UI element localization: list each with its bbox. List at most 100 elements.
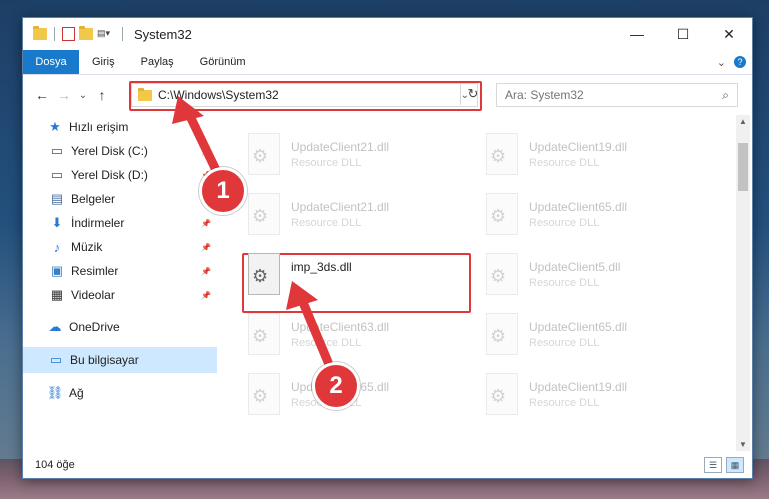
customize-toolbar-icon[interactable]: ▤▾ xyxy=(97,28,115,40)
file-type: Resource DLL xyxy=(529,337,600,349)
ribbon-tabs: Dosya Giriş Paylaş Görünüm ⌄ ? xyxy=(23,50,752,75)
file-item[interactable]: UpdateClient19.dll Resource DLL xyxy=(483,373,703,425)
pin-icon[interactable]: 📌 xyxy=(201,243,211,252)
star-icon: ★ xyxy=(49,119,61,134)
pin-icon[interactable]: 📌 xyxy=(201,219,211,228)
explorer-window: ▤▾ System32 — ☐ ✕ Dosya Giriş Paylaş Gör… xyxy=(22,17,753,479)
back-button[interactable]: ← xyxy=(31,87,53,103)
large-icons-view-icon[interactable]: ▦ xyxy=(726,457,744,473)
status-bar: 104 öğe ☰ ▦ xyxy=(23,452,752,478)
sidebar-item[interactable]: ▭ Yerel Disk (C:) 📌 xyxy=(23,139,217,163)
file-type: Resource DLL xyxy=(529,217,600,229)
file-list: UpdateClient21.dllResource DLLUpdateClie… xyxy=(223,115,733,451)
sidebar-item-label: Yerel Disk (D:) xyxy=(71,168,148,182)
divider xyxy=(54,27,55,41)
file-name: UpdateClient21.dll xyxy=(291,140,390,154)
file-name: UpdateClient5.dll xyxy=(529,260,621,274)
dll-file-icon xyxy=(483,313,519,357)
file-item[interactable]: UpdateClient65.dll Resource DLL xyxy=(483,313,703,365)
file-type: Resource DLL xyxy=(529,277,600,289)
divider xyxy=(122,27,123,41)
item-count: 104 öğe xyxy=(35,459,75,471)
file-name: imp_3ds.dll xyxy=(291,260,352,274)
scroll-thumb[interactable] xyxy=(738,143,748,191)
sidebar-item-label: Resimler xyxy=(71,264,119,278)
help-icon[interactable]: ? xyxy=(734,56,746,68)
search-box[interactable]: ⌕ xyxy=(496,83,738,107)
sidebar-item-label: Müzik xyxy=(71,240,103,254)
navigation-pane: ★ Hızlı erişim ▭ Yerel Disk (C:) 📌 ▭ Yerel Dis… xyxy=(23,115,217,451)
details-view-icon[interactable]: ☰ xyxy=(704,457,722,473)
dll-file-icon xyxy=(483,373,519,417)
sidebar-item-label: Videolar xyxy=(71,288,115,302)
scroll-up-icon[interactable]: ▲ xyxy=(736,117,750,126)
ribbon-help-area: ⌄ ? xyxy=(717,50,752,74)
scroll-down-icon[interactable]: ▼ xyxy=(736,440,750,449)
sidebar-item[interactable]: ♪ Müzik 📌 xyxy=(23,235,217,259)
quick-access-toolbar: ▤▾ xyxy=(23,26,126,41)
documents-icon: ▤ xyxy=(50,191,64,206)
file-item[interactable]: UpdateClient63.dll Resource DLL xyxy=(245,313,465,365)
dll-file-icon xyxy=(483,193,519,237)
computer-icon: ▭ xyxy=(49,352,63,367)
sidebar-item[interactable]: ▤Belgeler📌 xyxy=(23,187,217,211)
sidebar-item[interactable]: ⛓ Ağ xyxy=(23,381,217,405)
sidebar-item-label: Yerel Disk (C:) xyxy=(71,144,148,158)
forward-button[interactable]: → xyxy=(53,87,75,103)
sidebar-item-label: Bu bilgisayar xyxy=(70,353,139,367)
dll-file-icon xyxy=(483,253,519,297)
tab-share[interactable]: Paylaş xyxy=(128,50,187,74)
file-item[interactable]: UpdateClient5.dll Resource DLL xyxy=(483,253,703,305)
sidebar-item[interactable]: ▣ Resimler 📌 xyxy=(23,259,217,283)
file-name: UpdateClient21.dll xyxy=(291,200,390,214)
window-controls: — ☐ ✕ xyxy=(614,18,752,50)
tab-file[interactable]: Dosya xyxy=(23,50,79,74)
up-button[interactable]: ↑ xyxy=(91,87,113,103)
close-button[interactable]: ✕ xyxy=(706,18,752,50)
sidebar-item-label: İndirmeler xyxy=(71,216,125,230)
view-toggle: ☰ ▦ xyxy=(704,457,744,473)
sidebar-item[interactable]: ▦ Videolar 📌 xyxy=(23,283,217,307)
sidebar-item[interactable]: ▭Yerel Disk (D:)📌 xyxy=(23,163,217,187)
file-name: UpdateClient19.dll xyxy=(529,140,628,154)
file-item[interactable]: UpdateClient65.dll Resource DLL xyxy=(483,193,703,245)
properties-icon[interactable] xyxy=(62,27,75,41)
file-type: Resource DLL xyxy=(529,157,600,169)
dll-file-icon xyxy=(245,193,281,237)
folder-icon xyxy=(33,26,47,40)
drive-icon: ▭ xyxy=(50,143,64,158)
tab-view[interactable]: Görünüm xyxy=(187,50,259,74)
vertical-scrollbar[interactable]: ▲ ▼ xyxy=(736,115,750,451)
file-item[interactable]: UpdateClient21.dll Resource DLL xyxy=(245,193,465,245)
new-folder-icon[interactable] xyxy=(79,26,93,40)
sidebar-item-label: OneDrive xyxy=(69,320,120,334)
file-name: UpdateClient63.dll xyxy=(291,320,390,334)
sidebar-item[interactable]: ★ Hızlı erişim xyxy=(23,115,217,139)
pictures-icon: ▣ xyxy=(50,263,64,278)
sidebar-item[interactable]: ⬇ İndirmeler 📌 xyxy=(23,211,217,235)
dll-file-icon xyxy=(245,373,281,417)
file-name: UpdateClient65.dll xyxy=(529,320,628,334)
video-icon: ▦ xyxy=(50,287,64,302)
search-icon[interactable]: ⌕ xyxy=(722,88,729,103)
minimize-button[interactable]: — xyxy=(614,18,660,50)
sidebar-item[interactable]: ☁ OneDrive xyxy=(23,315,217,339)
file-item[interactable]: imp_3ds.dll xyxy=(245,253,465,305)
sidebar-item-label: Belgeler xyxy=(71,192,116,206)
pin-icon[interactable]: 📌 xyxy=(201,291,211,300)
pin-icon[interactable]: 📌 xyxy=(201,147,211,156)
navigation-bar: ← → ⌄ ↑ C:\Windows\System32 ⌄ ↻ ⌕ xyxy=(23,75,752,115)
sidebar-item[interactable]: ▭ Bu bilgisayar xyxy=(23,347,217,373)
file-item[interactable]: UpdateClient19.dll Resource DLL xyxy=(483,133,703,185)
file-type: Resource DLL xyxy=(291,217,362,229)
file-type: Resource DLL xyxy=(291,337,362,349)
maximize-button[interactable]: ☐ xyxy=(660,18,706,50)
tab-home[interactable]: Giriş xyxy=(79,50,128,74)
pin-icon[interactable]: 📌 xyxy=(201,267,211,276)
recent-locations-button[interactable]: ⌄ xyxy=(75,90,91,101)
file-item[interactable]: UpdateClient21.dll Resource DLL xyxy=(245,133,465,185)
chevron-down-icon[interactable]: ⌄ xyxy=(717,56,726,69)
file-name: UpdateClient19.dll xyxy=(529,380,628,394)
file-name: UpdateClient65.dll xyxy=(529,200,628,214)
search-input[interactable] xyxy=(503,87,707,103)
